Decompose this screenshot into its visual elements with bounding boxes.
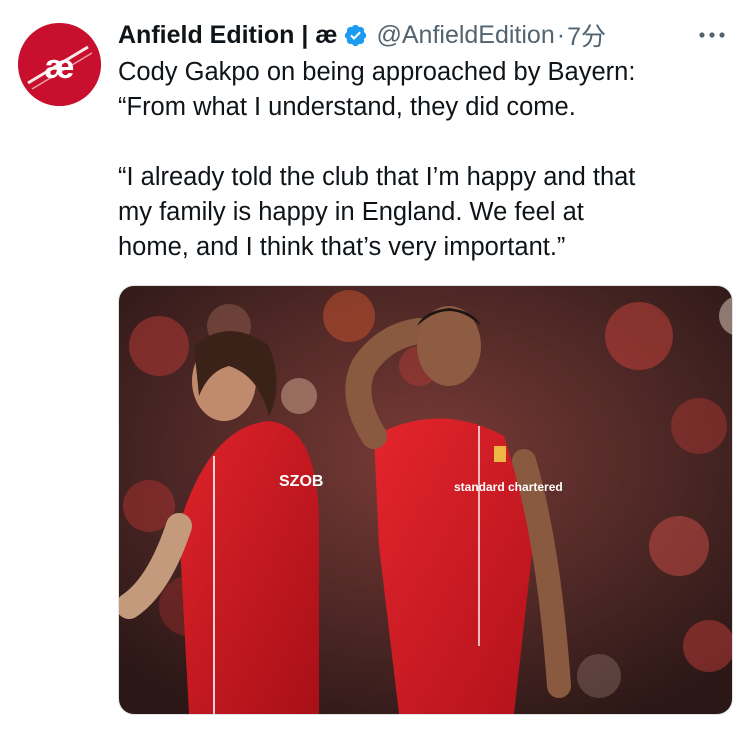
author-display-name[interactable]: Anfield Edition | æ <box>118 21 337 50</box>
tweet-text: Cody Gakpo on being approached by Bayern… <box>118 55 738 265</box>
sponsor-text: standard chartered <box>454 480 563 494</box>
author-avatar[interactable]: æ <box>18 23 101 106</box>
left-player-shirt-name: SZOB <box>279 473 323 490</box>
tweet-timestamp[interactable]: 7分 <box>567 17 606 53</box>
tweet-paragraph-1: Cody Gakpo on being approached by Bayern… <box>118 55 738 125</box>
tweet-line: home, and I think that’s very important.… <box>118 233 566 261</box>
tweet-paragraph-2: “I already told the club that I’m happy … <box>118 160 738 265</box>
avatar-logo-text: æ <box>44 48 74 86</box>
author-handle[interactable]: @AnfieldEdition <box>376 21 554 50</box>
tweet-media-photo[interactable]: SZOB standard chartered <box>118 285 733 715</box>
verified-badge-icon <box>343 23 368 48</box>
more-options-icon[interactable] <box>694 18 730 52</box>
tweet-line: “From what I understand, they did come. <box>118 93 576 121</box>
tweet-line: “I already told the club that I’m happy … <box>118 163 636 191</box>
tweet-line: my family is happy in England. We feel a… <box>118 198 584 226</box>
tweet-line: Cody Gakpo on being approached by Bayern… <box>118 58 636 86</box>
header-separator: · <box>556 20 566 49</box>
tweet-header: Anfield Edition | æ @AnfieldEdition · 7分 <box>118 18 730 52</box>
